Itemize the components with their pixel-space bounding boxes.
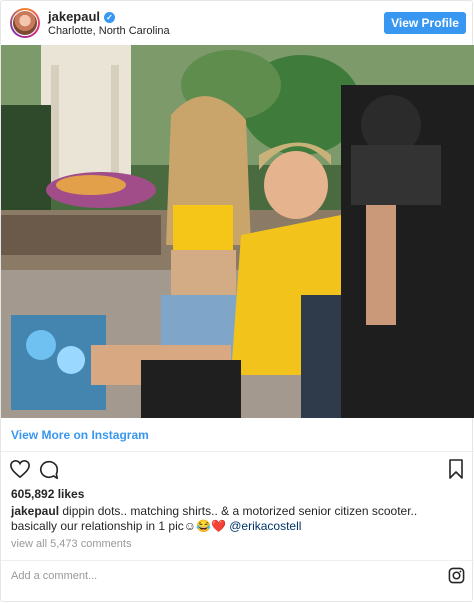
avatar-image: [12, 10, 38, 36]
caption-username[interactable]: jakepaul: [11, 504, 59, 518]
photo-illustration: [1, 45, 474, 418]
verified-badge-icon: ✓: [104, 12, 116, 23]
instagram-embed-card: jakepaul ✓ Charlotte, North Carolina View…: [0, 0, 474, 602]
caption-text: dippin dots.. matching shirts.. & a moto…: [11, 504, 418, 533]
avatar[interactable]: [10, 8, 40, 38]
location-label[interactable]: Charlotte, North Carolina: [48, 25, 170, 37]
post-photo[interactable]: [1, 45, 474, 418]
bookmark-icon[interactable]: [448, 459, 464, 479]
username[interactable]: jakepaul ✓: [48, 9, 116, 24]
view-profile-button[interactable]: View Profile: [384, 12, 466, 34]
comment-icon[interactable]: [38, 459, 60, 481]
instagram-icon[interactable]: [448, 567, 465, 584]
divider: [1, 451, 474, 452]
post-caption: jakepaul dippin dots.. matching shirts..…: [11, 504, 466, 534]
divider: [1, 560, 474, 561]
post-header: jakepaul ✓ Charlotte, North Carolina View…: [1, 1, 474, 45]
likes-count[interactable]: 605,892 likes: [11, 487, 84, 501]
view-all-comments-link[interactable]: view all 5,473 comments: [11, 538, 131, 550]
view-more-link[interactable]: View More on Instagram: [11, 428, 149, 442]
add-comment-input[interactable]: Add a comment...: [11, 570, 97, 582]
caption-mention-link[interactable]: @erikacostell: [229, 519, 301, 533]
heart-icon[interactable]: [9, 459, 31, 479]
